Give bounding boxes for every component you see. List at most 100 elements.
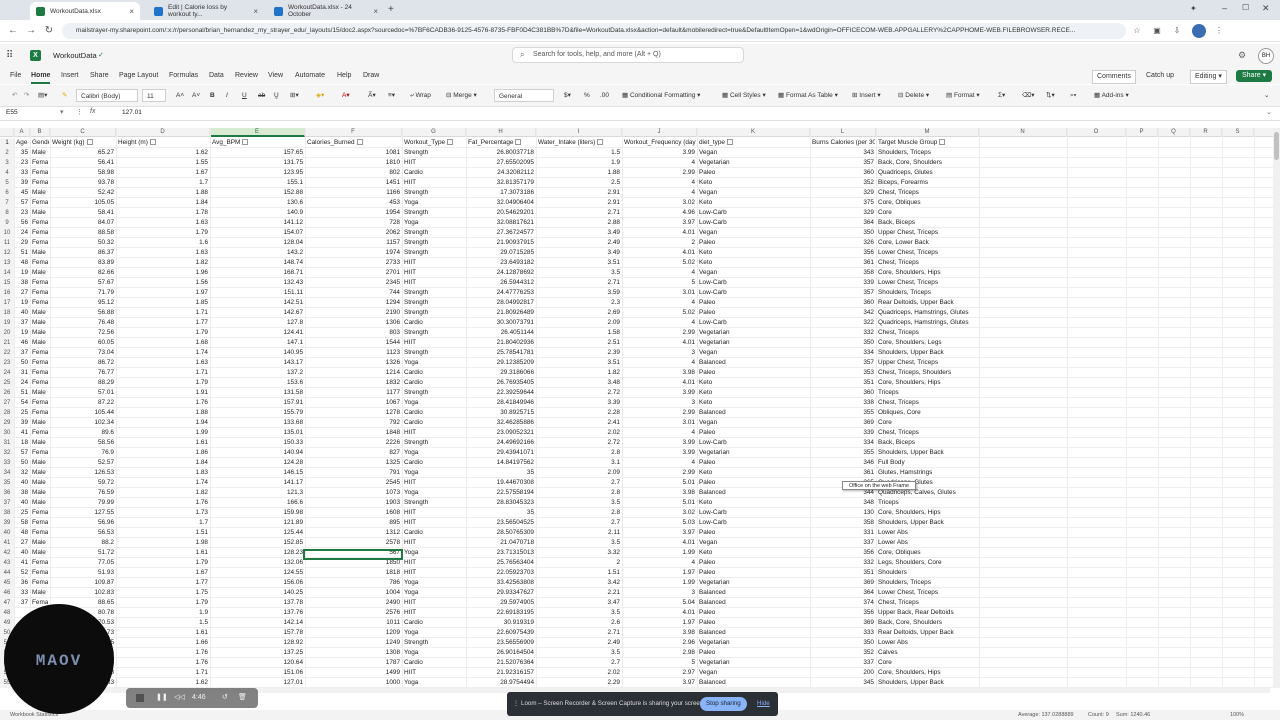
- cell[interactable]: 23.09052321: [468, 428, 534, 438]
- cell[interactable]: Rear Deltoids, Upper Back: [878, 628, 977, 638]
- cell[interactable]: Yoga: [404, 578, 464, 588]
- cell[interactable]: 57: [16, 448, 28, 458]
- cell[interactable]: 102.83: [52, 588, 114, 598]
- cell[interactable]: 1.71: [118, 308, 208, 318]
- cell[interactable]: 744: [307, 288, 400, 298]
- cell[interactable]: 60.05: [52, 338, 114, 348]
- cell[interactable]: Strength: [404, 248, 464, 258]
- cell[interactable]: Upper Back, Rear Deltoids: [878, 608, 977, 618]
- cell[interactable]: 71.79: [52, 288, 114, 298]
- cell[interactable]: Strength: [404, 238, 464, 248]
- cell[interactable]: 131.75: [212, 158, 303, 168]
- cell[interactable]: 355: [812, 408, 874, 418]
- row-number[interactable]: 40: [0, 528, 14, 538]
- cell[interactable]: 28.41849946: [468, 398, 534, 408]
- cell[interactable]: Paleo: [699, 428, 808, 438]
- cell[interactable]: 124.55: [212, 568, 303, 578]
- conditional-formatting-button[interactable]: ▦ Conditional Formatting ▾: [622, 89, 700, 102]
- cell[interactable]: 1.63: [118, 358, 208, 368]
- row-number[interactable]: 37: [0, 498, 14, 508]
- cell[interactable]: 356: [812, 248, 874, 258]
- cell[interactable]: 4.01: [624, 228, 695, 238]
- row-number[interactable]: 36: [0, 488, 14, 498]
- cell[interactable]: 146.15: [212, 468, 303, 478]
- row-number[interactable]: 14: [0, 268, 14, 278]
- cell[interactable]: Female: [32, 168, 48, 178]
- cell[interactable]: Keto: [699, 198, 808, 208]
- cell[interactable]: 56.88: [52, 308, 114, 318]
- cell[interactable]: 329: [812, 188, 874, 198]
- cell[interactable]: 5.04: [624, 598, 695, 608]
- cell[interactable]: Core: [878, 658, 977, 668]
- cell[interactable]: Male: [32, 318, 48, 328]
- cell[interactable]: Keto: [699, 398, 808, 408]
- cell[interactable]: 51: [16, 248, 28, 258]
- cell[interactable]: Quadriceps, Hamstrings, Glutes: [878, 318, 977, 328]
- cell[interactable]: 2.72: [538, 388, 620, 398]
- cell[interactable]: 1.71: [118, 668, 208, 678]
- clear-icon[interactable]: ⌫▾: [1022, 89, 1034, 102]
- cell[interactable]: Balanced: [699, 358, 808, 368]
- cell[interactable]: 3.42: [538, 578, 620, 588]
- cell[interactable]: Paleo: [699, 568, 808, 578]
- cell[interactable]: 73.04: [52, 348, 114, 358]
- row-number[interactable]: 45: [0, 578, 14, 588]
- align-icon[interactable]: ≡▾: [388, 89, 395, 102]
- cell[interactable]: 3.01: [624, 418, 695, 428]
- cell[interactable]: 76.77: [52, 368, 114, 378]
- row-number[interactable]: 42: [0, 548, 14, 558]
- find-icon[interactable]: ⌕▾: [1070, 89, 1076, 102]
- cell[interactable]: 1544: [307, 338, 400, 348]
- cell[interactable]: Male: [32, 248, 48, 258]
- column-header-i[interactable]: I: [536, 128, 622, 137]
- cell[interactable]: HIIT: [404, 158, 464, 168]
- cell[interactable]: Vegan: [699, 228, 808, 238]
- cell[interactable]: 1608: [307, 508, 400, 518]
- cell[interactable]: Balanced: [699, 628, 808, 638]
- row-number[interactable]: 26: [0, 388, 14, 398]
- cell[interactable]: 37: [16, 598, 28, 608]
- zoom-level[interactable]: 100%: [1230, 710, 1244, 720]
- cell[interactable]: Quadriceps, Glutes: [878, 168, 977, 178]
- cell[interactable]: 22.57558194: [468, 488, 534, 498]
- cell[interactable]: Yoga: [404, 628, 464, 638]
- cell[interactable]: Strength: [404, 348, 464, 358]
- row-number[interactable]: 29: [0, 418, 14, 428]
- format-cells-button[interactable]: ▤ Format ▾: [946, 89, 980, 102]
- column-title[interactable]: Water_Intake (liters): [538, 138, 621, 148]
- row-number[interactable]: 23: [0, 358, 14, 368]
- cell[interactable]: 2.71: [538, 208, 620, 218]
- cell[interactable]: Keto: [699, 248, 808, 258]
- row-number[interactable]: 46: [0, 588, 14, 598]
- cell[interactable]: 137.2: [212, 368, 303, 378]
- cell[interactable]: 1004: [307, 588, 400, 598]
- cell[interactable]: 357: [812, 288, 874, 298]
- cell[interactable]: 125.44: [212, 528, 303, 538]
- cell[interactable]: Obliques, Core: [878, 408, 977, 418]
- cell[interactable]: Low-Carb: [699, 518, 808, 528]
- cell[interactable]: 93.78: [52, 178, 114, 188]
- row-number[interactable]: 12: [0, 248, 14, 258]
- cell[interactable]: Female: [32, 178, 48, 188]
- cell[interactable]: 142.67: [212, 308, 303, 318]
- cell[interactable]: Male: [32, 188, 48, 198]
- cell[interactable]: 361: [812, 468, 874, 478]
- cell[interactable]: 1278: [307, 408, 400, 418]
- cell[interactable]: Vegetarian: [699, 448, 808, 458]
- restart-icon[interactable]: ↺: [222, 688, 228, 708]
- column-header-k[interactable]: K: [697, 128, 810, 137]
- cell[interactable]: 30.919319: [468, 618, 534, 628]
- cell[interactable]: 142.14: [212, 618, 303, 628]
- cell[interactable]: 334: [812, 348, 874, 358]
- cell[interactable]: 57: [16, 198, 28, 208]
- cell[interactable]: 32.08817621: [468, 218, 534, 228]
- row-number[interactable]: 19: [0, 318, 14, 328]
- cell[interactable]: Male: [32, 478, 48, 488]
- cell[interactable]: 140.94: [212, 448, 303, 458]
- cell[interactable]: 29.43941071: [468, 448, 534, 458]
- cell[interactable]: Male: [32, 498, 48, 508]
- cell[interactable]: Paleo: [699, 618, 808, 628]
- cell[interactable]: Paleo: [699, 458, 808, 468]
- cell[interactable]: 1.82: [118, 488, 208, 498]
- cell[interactable]: 4: [624, 188, 695, 198]
